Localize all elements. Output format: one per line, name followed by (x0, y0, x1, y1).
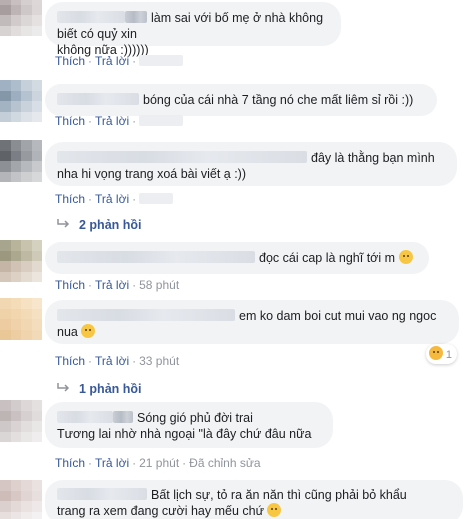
like-link[interactable]: Thích (55, 114, 85, 128)
comment-bubble: Sóng gió phủ đời trai Tương lai nhờ nhà … (45, 402, 333, 448)
separator: · (88, 354, 93, 368)
view-replies-link[interactable]: 1 phản hồi (57, 382, 142, 396)
like-link[interactable]: Thích (55, 192, 85, 206)
avatar[interactable] (0, 400, 42, 442)
view-replies-link[interactable]: 2 phản hồi (57, 218, 142, 232)
commenter-name[interactable] (57, 151, 307, 163)
timestamp[interactable] (139, 193, 174, 204)
avatar[interactable] (0, 0, 42, 36)
commenter-name[interactable] (57, 251, 255, 263)
comment-actions: Thích · Trả lời · (55, 54, 184, 68)
reply-arrow-icon (57, 383, 70, 392)
replies-count: 1 phản hồi (79, 382, 142, 396)
separator: · (132, 192, 137, 206)
like-link[interactable]: Thích (55, 54, 85, 68)
reaction-count: 1 (445, 349, 452, 361)
avatar[interactable] (0, 298, 42, 340)
commenter-name-extra (113, 411, 133, 423)
reply-link[interactable]: Trả lời (95, 54, 129, 68)
comment-text: đây là thằng bạn mình (311, 151, 435, 165)
reaction-badge[interactable]: 1 (425, 344, 457, 364)
separator: · (132, 354, 137, 368)
comment-text-cont: Tương lai nhờ nhà ngoại "là đây chứ đâu … (57, 427, 312, 441)
comment-text: đọc cái cap là nghĩ tới m (259, 251, 396, 265)
like-link[interactable]: Thích (55, 354, 85, 368)
comment-text-cont: nua (57, 325, 78, 339)
avatar[interactable] (0, 140, 42, 182)
separator: · (88, 114, 93, 128)
like-link[interactable]: Thích (55, 278, 85, 292)
commenter-name-extra (125, 11, 147, 23)
comment-text: Bất lịch sự, tỏ ra ăn năn thì cũng phải … (151, 488, 407, 502)
comment-actions: Thích · Trả lời · 58 phút (55, 278, 179, 292)
comment-bubble: đọc cái cap là nghĩ tới m (45, 242, 429, 274)
separator: · (88, 54, 93, 68)
replies-count: 2 phản hồi (79, 218, 142, 232)
comment-bubble: đây là thằng bạn mình nha hi vọng trang … (45, 142, 457, 186)
timestamp[interactable] (139, 55, 184, 66)
commenter-name[interactable] (57, 411, 113, 423)
separator: · (182, 456, 187, 470)
separator: · (132, 54, 137, 68)
commenter-name[interactable] (57, 93, 139, 105)
timestamp[interactable] (139, 115, 184, 126)
commenter-name[interactable] (57, 309, 235, 321)
reply-link[interactable]: Trả lời (95, 278, 129, 292)
comment-text: em ko dam boi cut mui vao ng ngoc (239, 309, 437, 323)
avatar[interactable] (0, 480, 42, 519)
comment-actions: Thích · Trả lời · (55, 114, 184, 128)
sad-emoji-icon (81, 324, 96, 338)
comment-bubble: làm sai với bố mẹ ở nhà không biết có qu… (45, 2, 341, 57)
comment-bubble: Bất lịch sự, tỏ ra ăn năn thì cũng phải … (45, 480, 463, 519)
separator: · (88, 192, 93, 206)
timestamp[interactable]: 33 phút (139, 354, 179, 368)
commenter-name[interactable] (57, 11, 125, 23)
comment-actions: Thích · Trả lời · 33 phút (55, 354, 179, 368)
timestamp[interactable]: 58 phút (139, 278, 179, 292)
separator: · (88, 278, 93, 292)
comment-text: bóng của cái nhà 7 tầng nó che mất liêm … (143, 93, 414, 107)
avatar[interactable] (0, 240, 42, 282)
comment-actions: Thích · Trả lời · 21 phút · Đã chỉnh sửa (55, 456, 261, 470)
reply-arrow-icon (57, 219, 70, 228)
comment-text-cont: trang ra xem đang cười hay mếu chứ (57, 504, 264, 518)
separator: · (132, 456, 137, 470)
separator: · (132, 278, 137, 292)
comment-bubble: em ko dam boi cut mui vao ng ngoc nua (45, 300, 459, 344)
reply-link[interactable]: Trả lời (95, 192, 129, 206)
edited-label[interactable]: Đã chỉnh sửa (189, 456, 260, 470)
comment-text: Sóng gió phủ đời trai (137, 411, 253, 425)
like-link[interactable]: Thích (55, 456, 85, 470)
comment-bubble: bóng của cái nhà 7 tầng nó che mất liêm … (45, 84, 437, 116)
sad-emoji-icon (428, 346, 443, 360)
smile-emoji-icon (398, 250, 413, 264)
separator: · (132, 114, 137, 128)
commenter-name[interactable] (57, 488, 147, 500)
reply-link[interactable]: Trả lời (95, 354, 129, 368)
reply-link[interactable]: Trả lời (95, 114, 129, 128)
separator: · (88, 456, 93, 470)
comment-text-cont: nha hi vọng trang xoá bài viết ạ :)) (57, 167, 247, 181)
timestamp[interactable]: 21 phút (139, 456, 179, 470)
smile-emoji-icon (267, 503, 282, 517)
comment-actions: Thích · Trả lời · (55, 192, 174, 206)
avatar[interactable] (0, 80, 42, 122)
reply-link[interactable]: Trả lời (95, 456, 129, 470)
